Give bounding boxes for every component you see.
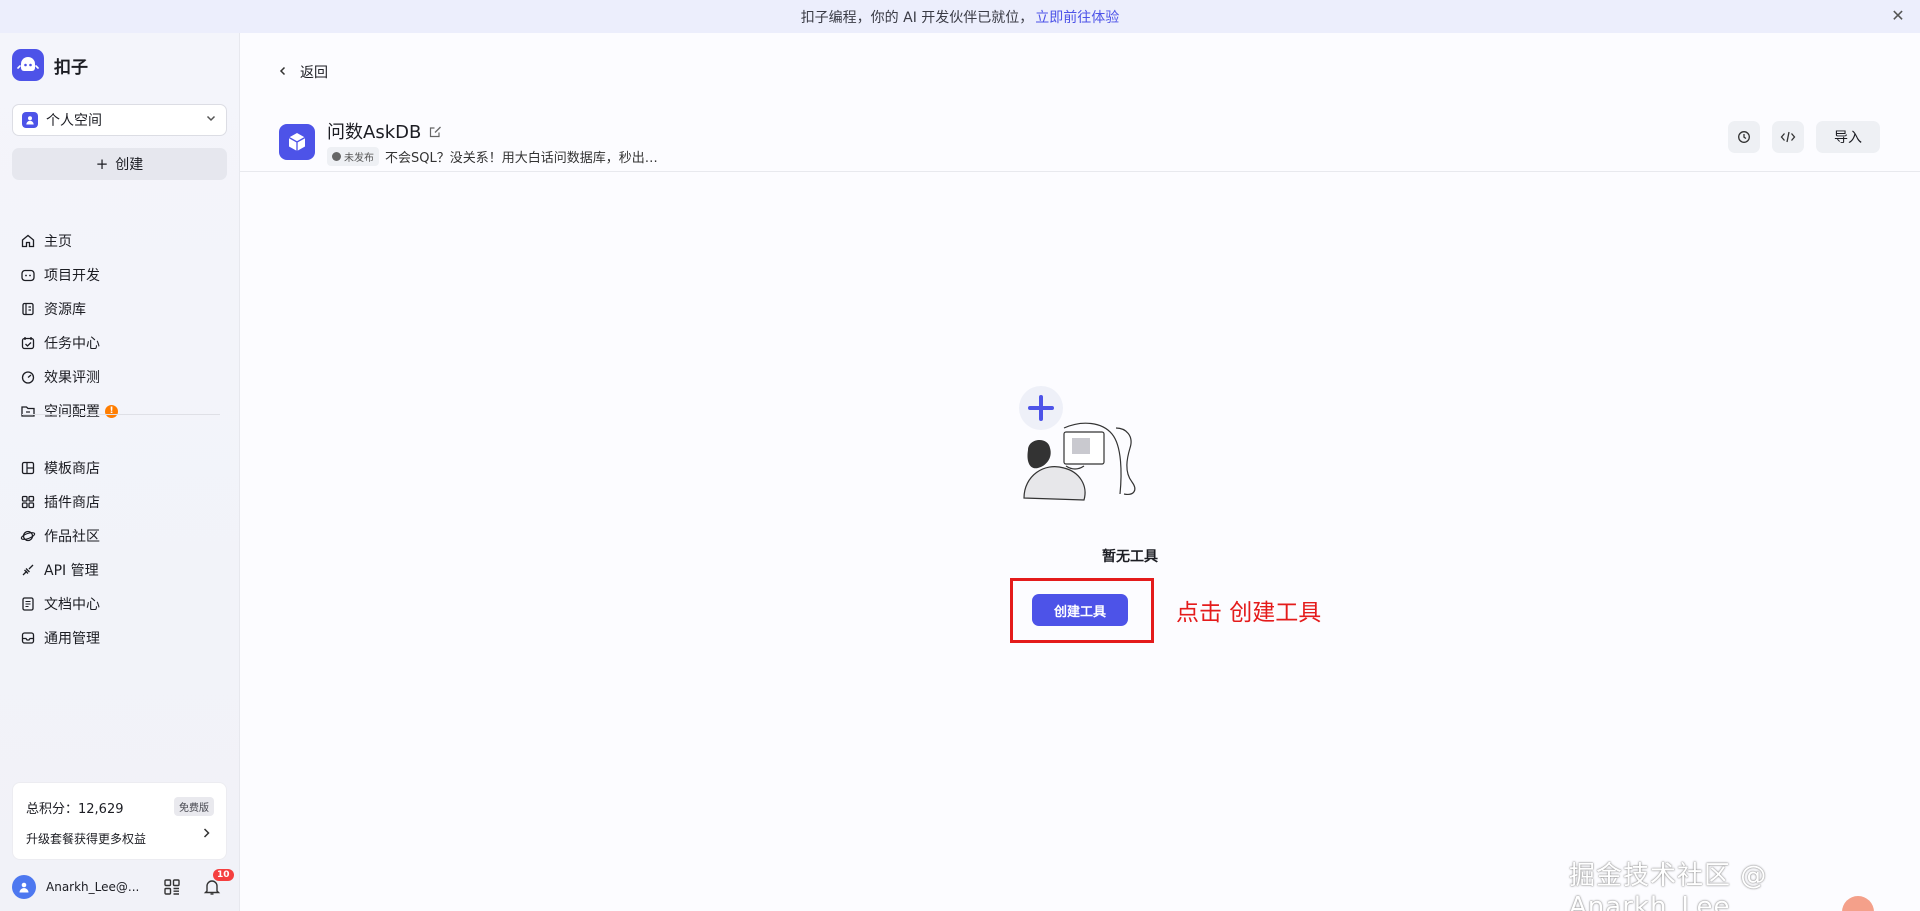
document-icon — [22, 597, 34, 611]
sidebar-item-community[interactable]: 作品社区 — [12, 519, 227, 553]
planet-icon — [20, 530, 36, 542]
sidebar-item-api[interactable]: API 管理 — [12, 553, 227, 587]
edit-icon[interactable] — [429, 125, 442, 138]
sidebar-item-general-admin[interactable]: 通用管理 — [12, 621, 227, 655]
sidebar-item-evaluation[interactable]: 效果评测 — [12, 360, 227, 394]
brand[interactable]: 扣子 — [12, 49, 88, 81]
empty-state-title: 暂无工具 — [1102, 549, 1158, 565]
plugin-icon — [21, 495, 35, 509]
plan-badge: 免费版 — [174, 797, 214, 816]
chevron-down-icon — [205, 112, 217, 128]
clock-icon — [332, 152, 341, 161]
home-icon — [21, 234, 35, 248]
create-button-label: 创建 — [115, 157, 144, 173]
api-icon — [22, 564, 34, 576]
template-icon — [21, 461, 35, 475]
upgrade-link[interactable]: 升级套餐获得更多权益 — [26, 830, 146, 847]
sidebar-item-label: 任务中心 — [44, 336, 100, 352]
header-actions: 导入 — [1728, 121, 1880, 153]
close-icon[interactable]: ✕ — [1890, 8, 1906, 24]
task-icon — [21, 337, 35, 350]
primary-nav: 主页 项目开发 资源库 任务中心 效果评测 空间配置 ! — [12, 224, 227, 428]
sidebar-item-label: API 管理 — [44, 563, 99, 579]
create-button[interactable]: + 创建 — [12, 148, 227, 180]
library-icon — [22, 302, 34, 316]
banner-text: 扣子编程，你的 AI 开发伙伴已就位， — [800, 9, 1034, 26]
notification-bell[interactable]: 10 — [203, 869, 234, 896]
points-card: 总积分：12,629 免费版 升级套餐获得更多权益 — [12, 782, 227, 860]
sidebar-item-label: 项目开发 — [44, 268, 100, 284]
sidebar-item-template-store[interactable]: 模板商店 — [12, 451, 227, 485]
sidebar-item-space-settings[interactable]: 空间配置 ! — [12, 394, 227, 428]
gauge-icon — [21, 371, 35, 384]
header-divider — [240, 171, 1920, 172]
back-button[interactable]: 返回 — [278, 62, 328, 82]
sidebar-item-label: 通用管理 — [44, 631, 100, 647]
main-content: 返回 问数AskDB 未发布 不会SQL？没关系！用大白话问数据库，秒出… 导入… — [240, 33, 1920, 911]
sidebar-item-label: 插件商店 — [44, 495, 100, 511]
sidebar-item-library[interactable]: 资源库 — [12, 292, 227, 326]
status-badge: 未发布 — [327, 147, 379, 166]
chevron-left-icon — [278, 64, 288, 80]
sidebar-item-tasks[interactable]: 任务中心 — [12, 326, 227, 360]
sidebar-item-label: 模板商店 — [44, 461, 100, 477]
sidebar-item-label: 文档中心 — [44, 597, 100, 613]
sidebar-item-home[interactable]: 主页 — [12, 224, 227, 258]
user-footer: Anarkh_Lee@... 10 — [12, 869, 234, 903]
plus-icon: + — [95, 155, 109, 173]
code-button[interactable] — [1772, 121, 1804, 153]
sidebar-item-projects[interactable]: 项目开发 — [12, 258, 227, 292]
cube-icon — [279, 124, 315, 160]
highlight-box — [1010, 578, 1154, 643]
tool-description: 不会SQL？没关系！用大白话问数据库，秒出… — [385, 151, 658, 166]
folder-settings-icon — [21, 406, 35, 417]
import-button[interactable]: 导入 — [1816, 121, 1880, 153]
notification-count: 10 — [213, 869, 234, 881]
inbox-icon — [21, 632, 35, 644]
top-banner: 扣子编程，你的 AI 开发伙伴已就位， 立即前往体验 ✕ — [0, 0, 1920, 33]
history-icon — [1738, 131, 1750, 143]
sidebar-item-docs[interactable]: 文档中心 — [12, 587, 227, 621]
username[interactable]: Anarkh_Lee@... — [46, 880, 146, 894]
space-selector-label: 个人空间 — [46, 113, 102, 129]
user-icon — [22, 112, 38, 128]
tool-title: 问数AskDB — [327, 122, 422, 143]
sidebar-item-label: 主页 — [44, 234, 72, 250]
sidebar-item-label: 作品社区 — [44, 529, 100, 545]
chevron-right-icon[interactable] — [200, 827, 212, 843]
avatar[interactable] — [12, 875, 36, 899]
space-selector[interactable]: 个人空间 — [12, 104, 227, 136]
apps-grid-icon[interactable] — [163, 878, 181, 896]
points-total: 总积分：12,629 — [26, 802, 124, 817]
history-button[interactable] — [1728, 121, 1760, 153]
secondary-nav: 模板商店 插件商店 作品社区 API 管理 文档中心 通用管理 — [12, 451, 227, 655]
sidebar-item-label: 资源库 — [44, 302, 86, 318]
sidebar-divider — [22, 414, 220, 415]
coze-logo-icon — [12, 49, 44, 81]
sidebar-item-plugin-store[interactable]: 插件商店 — [12, 485, 227, 519]
sidebar-item-label: 空间配置 — [44, 404, 100, 420]
sidebar-item-label: 效果评测 — [44, 370, 100, 386]
annotation-text: 点击 创建工具 — [1176, 600, 1322, 626]
back-label: 返回 — [300, 65, 328, 81]
brand-name: 扣子 — [54, 57, 88, 78]
status-label: 未发布 — [344, 153, 374, 164]
code-icon — [1780, 131, 1796, 143]
alert-badge: ! — [105, 404, 118, 418]
sidebar: 扣子 个人空间 + 创建 主页 项目开发 资源库 任务中心 效果评测 空间配置 … — [0, 33, 240, 911]
banner-link[interactable]: 立即前往体验 — [1035, 7, 1119, 27]
empty-illustration — [1019, 386, 1136, 501]
robot-icon — [21, 269, 35, 282]
tool-header: 问数AskDB 未发布 不会SQL？没关系！用大白话问数据库，秒出… — [279, 118, 658, 166]
